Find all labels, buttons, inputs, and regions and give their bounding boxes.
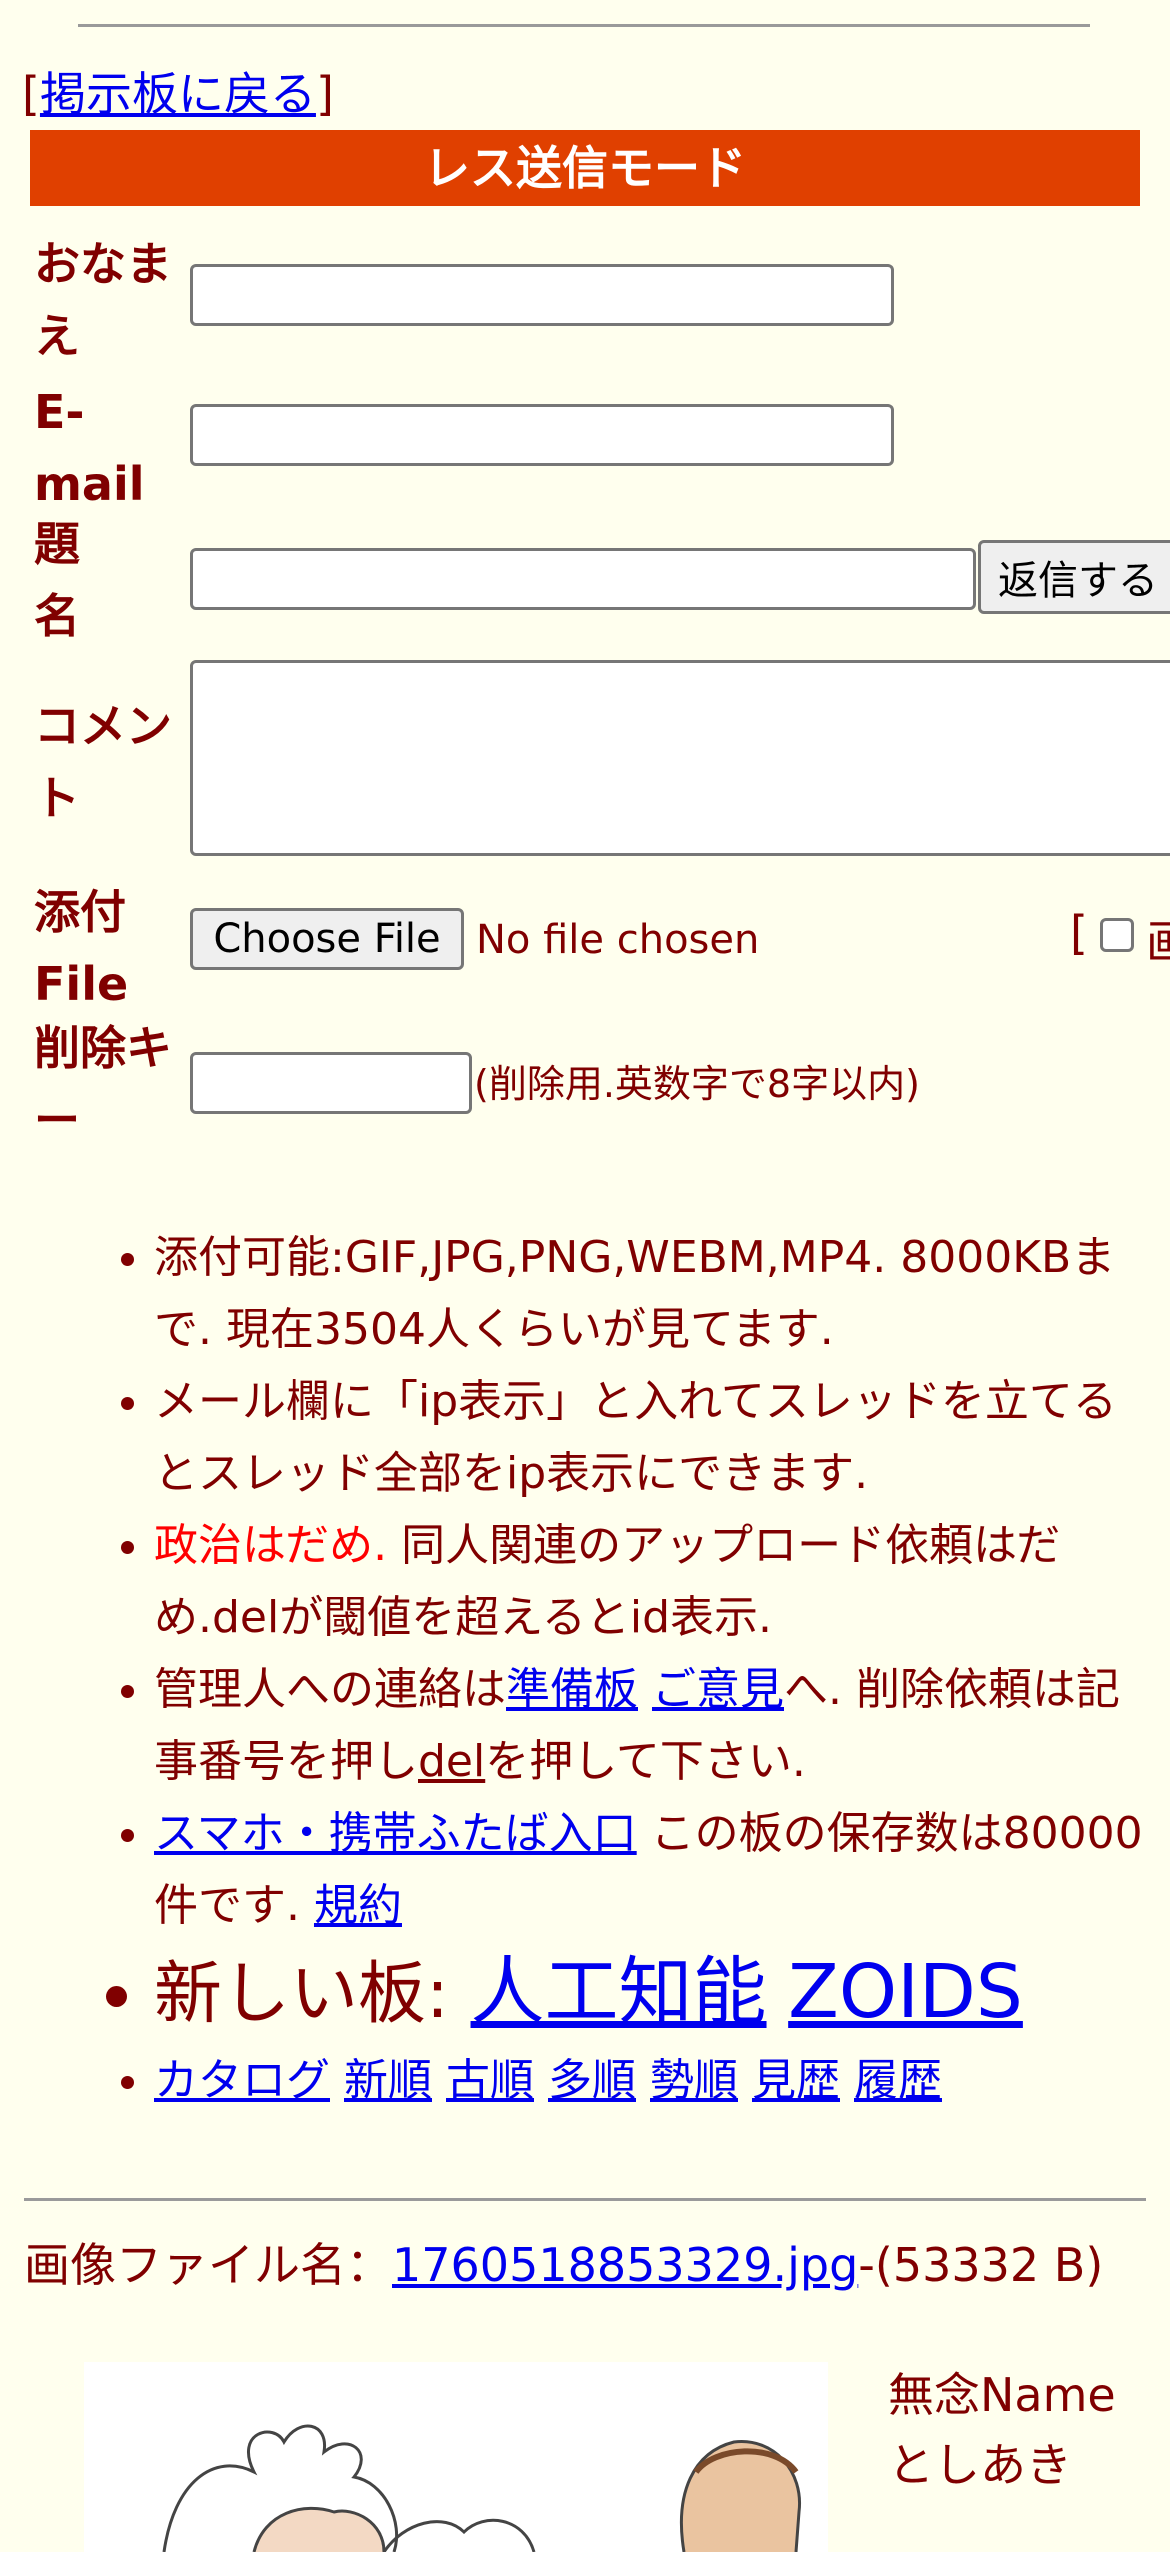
note-mobile: スマホ・携帯ふたば入口 この板の保存数は80000件です. 規約 <box>154 1798 1160 1942</box>
note-sort-links: カタログ 新順 古順 多順 勢順 見歴 履歴 <box>154 2045 1160 2117</box>
email-input[interactable] <box>190 404 894 466</box>
post-header: 無念Name としあき <box>888 2360 1168 2500</box>
delete-key-input[interactable] <box>190 1052 472 1114</box>
sort-momentum-link[interactable]: 勢順 <box>650 2055 738 2106</box>
choose-file-button[interactable]: Choose File <box>190 908 464 970</box>
note-politics: 政治はだめ. <box>154 1520 388 1571</box>
file-status: No file chosen <box>476 917 760 963</box>
delete-key-label: 削除キー <box>34 1021 172 1147</box>
back-to-board-link[interactable]: 掲示板に戻る <box>40 67 316 121</box>
name-input[interactable] <box>190 264 894 326</box>
terms-link[interactable]: 規約 <box>314 1880 402 1931</box>
note-rules: 政治はだめ. 同人関連のアップロード依頼はだめ.delが閾値を超えるとid表示. <box>154 1510 1160 1654</box>
note-attachments: 添付可能:GIF,JPG,PNG,WEBM,MP4. 8000KBまで. 現在3… <box>154 1222 1160 1366</box>
back-nav: [掲示板に戻る] <box>22 58 334 124</box>
bottom-divider <box>24 2198 1146 2201</box>
post-name: 無念Name <box>888 2368 1116 2422</box>
reply-submit-button[interactable]: 返信する <box>978 540 1170 614</box>
email-label: E-mail <box>34 385 145 511</box>
comment-label: コメント <box>34 699 172 825</box>
textonly-checkbox[interactable] <box>1100 918 1134 952</box>
open-bracket: [ <box>22 67 40 121</box>
subject-label: 題名 <box>34 517 80 643</box>
delete-key-hint: (削除用.英数字で8字以内) <box>474 1062 920 1106</box>
post-file-info: 画像ファイル名：1760518853329.jpg-(53332 B) <box>24 2238 1104 2292</box>
file-label: 添付File <box>34 885 129 1011</box>
sort-many-link[interactable]: 多順 <box>548 2055 636 2106</box>
sort-old-link[interactable]: 古順 <box>446 2055 534 2106</box>
zoids-board-link[interactable]: ZOIDS <box>788 1949 1023 2035</box>
view-history-link[interactable]: 見歴 <box>752 2055 840 2106</box>
name-label: おなまえ <box>34 237 172 363</box>
post-history-link[interactable]: 履歴 <box>854 2055 942 2106</box>
textonly-label: 画 <box>1146 915 1170 969</box>
thumbnail-sketch <box>162 2424 802 2552</box>
del-link[interactable]: del <box>418 1736 485 1787</box>
reply-mode-banner: レス送信モード <box>30 130 1140 206</box>
post-image-link[interactable]: 1760518853329.jpg <box>392 2238 858 2292</box>
mobile-entrance-link[interactable]: スマホ・携帯ふたば入口 <box>154 1808 637 1859</box>
feedback-link[interactable]: ご意見 <box>652 1664 784 1715</box>
close-bracket: ] <box>315 67 334 121</box>
note-ip: メール欄に「ip表示」と入れてスレッドを立てるとスレッド全部をip表示にできます… <box>154 1366 1160 1510</box>
catalog-link[interactable]: カタログ <box>154 2055 330 2106</box>
note-new-boards: 新しい板: 人工知能 ZOIDS <box>154 1942 1160 2045</box>
sort-new-link[interactable]: 新順 <box>344 2055 432 2106</box>
post-thumbnail[interactable] <box>84 2362 828 2552</box>
ai-board-link[interactable]: 人工知能 <box>471 1949 767 2035</box>
subject-input[interactable] <box>190 548 976 610</box>
textonly-bracket: [ <box>1070 906 1088 960</box>
post-author: としあき <box>888 2438 1072 2492</box>
comment-textarea[interactable] <box>190 660 1170 856</box>
prep-board-link[interactable]: 準備板 <box>506 1664 638 1715</box>
note-contact: 管理人への連絡は準備板 ご意見へ. 削除依頼は記事番号を押しdelを押して下さい… <box>154 1654 1160 1798</box>
top-divider <box>78 24 1090 27</box>
board-notes: 添付可能:GIF,JPG,PNG,WEBM,MP4. 8000KBまで. 現在3… <box>0 1222 1160 2117</box>
